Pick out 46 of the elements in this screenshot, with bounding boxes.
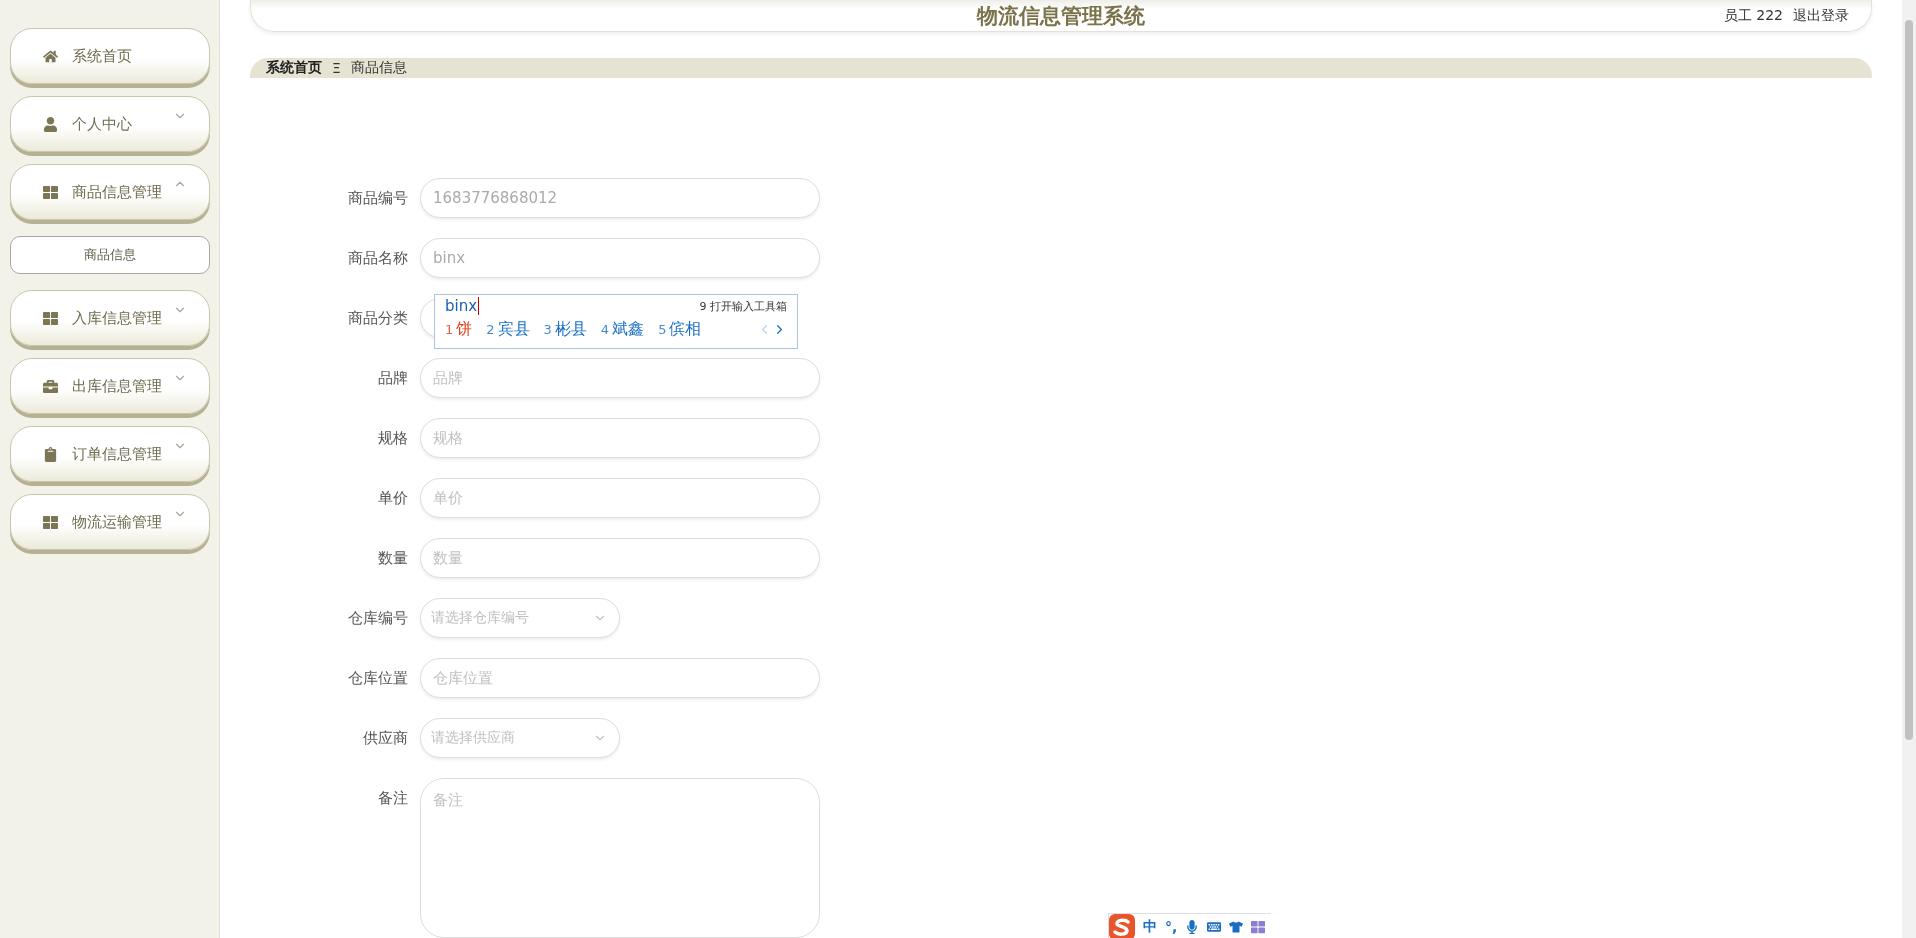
field-label: 商品名称 xyxy=(347,248,408,269)
field-label: 商品编号 xyxy=(347,188,408,209)
input-field[interactable]: 单价 xyxy=(420,478,820,518)
field-label: 单价 xyxy=(377,488,408,509)
shirt-icon[interactable] xyxy=(1229,919,1244,934)
breadcrumb-separator: Ξ xyxy=(332,60,341,76)
ime-candidate[interactable]: 3 彬县 xyxy=(543,319,587,340)
textarea-field[interactable]: 备注 xyxy=(420,778,820,938)
input-field[interactable]: 数量 xyxy=(420,538,820,578)
field-label: 品牌 xyxy=(377,368,408,389)
field-label: 规格 xyxy=(377,428,408,449)
grid-icon xyxy=(43,514,58,530)
ime-mode[interactable]: 中 xyxy=(1143,917,1157,936)
ime-toolbox-hint[interactable]: 9 打开输入工具箱 xyxy=(699,298,787,314)
user-name: 员工 222 xyxy=(1723,6,1783,25)
field-label: 仓库位置 xyxy=(347,668,408,689)
field-label: 备注 xyxy=(377,788,408,809)
scrollbar[interactable] xyxy=(1902,0,1916,938)
grid-icon xyxy=(43,310,58,326)
field-label: 商品分类 xyxy=(347,308,408,329)
ime-candidate[interactable]: 5 傧相 xyxy=(658,319,702,340)
ime-composition: binx xyxy=(445,297,480,315)
input-field[interactable]: 规格 xyxy=(420,418,820,458)
keyboard-icon[interactable] xyxy=(1207,919,1222,934)
person-icon xyxy=(43,116,58,132)
input-field[interactable]: 品牌 xyxy=(420,358,820,398)
breadcrumb-link[interactable]: 系统首页 xyxy=(266,59,322,77)
field-label: 仓库编号 xyxy=(347,608,408,629)
home-icon xyxy=(43,48,58,64)
ime-candidate[interactable]: 1 饼 xyxy=(445,319,473,340)
app-title: 物流信息管理系统 xyxy=(977,2,1145,30)
breadcrumb-current: 商品信息 xyxy=(350,59,407,77)
grid-icon[interactable] xyxy=(1251,919,1266,934)
logout-link[interactable]: 退出登录 xyxy=(1793,6,1849,25)
briefcase-icon xyxy=(43,378,58,394)
input-field[interactable]: 仓库位置 xyxy=(420,658,820,698)
grid-icon xyxy=(43,184,58,200)
ime-punctuation[interactable]: °, xyxy=(1165,918,1178,935)
field-label: 数量 xyxy=(377,548,408,569)
ime-logo-icon[interactable] xyxy=(1109,913,1135,938)
microphone-icon[interactable] xyxy=(1185,919,1200,934)
field-label: 供应商 xyxy=(362,728,408,749)
ime-candidate[interactable]: 2 宾县 xyxy=(486,319,530,340)
clipboard-icon xyxy=(43,446,58,462)
submenu-item[interactable]: 商品信息 xyxy=(10,236,210,274)
ime-candidate[interactable]: 4 斌鑫 xyxy=(600,319,645,340)
